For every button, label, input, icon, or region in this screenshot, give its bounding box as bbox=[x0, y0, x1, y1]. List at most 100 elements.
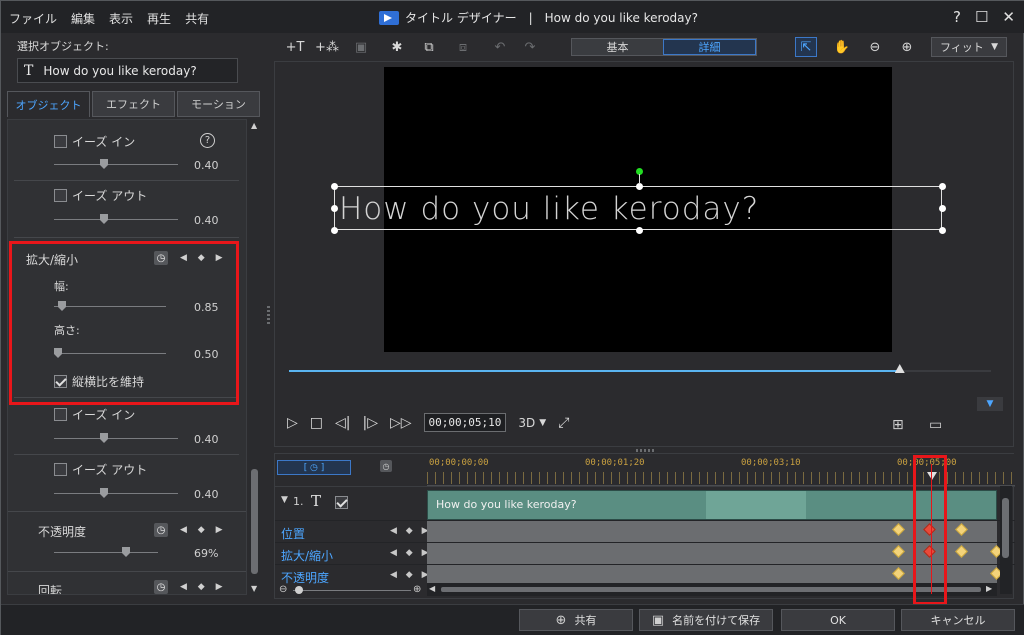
zoom-in-icon[interactable]: ⊕ bbox=[896, 37, 918, 57]
tab-object[interactable]: オブジェクト bbox=[7, 91, 90, 117]
stopwatch-icon[interactable]: ◷ bbox=[380, 460, 392, 472]
menu-play[interactable]: 再生 bbox=[147, 10, 171, 27]
basic-mode-button[interactable]: 基本 bbox=[572, 39, 663, 55]
fullscreen-icon[interactable]: ⤢ bbox=[558, 415, 569, 431]
stop-icon[interactable]: □ bbox=[310, 415, 323, 431]
panel-splitter[interactable] bbox=[267, 306, 270, 326]
ease-in-slider-1[interactable] bbox=[54, 159, 178, 169]
expand-panel-button[interactable]: ▼ bbox=[977, 397, 1003, 411]
zoom-thumb[interactable] bbox=[295, 586, 303, 594]
effect-icon[interactable]: ✱ bbox=[386, 37, 408, 57]
ease-out-checkbox-1[interactable]: イーズ アウト bbox=[54, 187, 147, 204]
prev-frame-icon[interactable]: ◁| bbox=[335, 415, 350, 431]
menu-view[interactable]: 表示 bbox=[109, 10, 133, 27]
fast-forward-icon[interactable]: ▷▷ bbox=[390, 415, 412, 431]
tab-motion[interactable]: モーション bbox=[177, 91, 260, 117]
next-frame-icon[interactable]: |▷ bbox=[363, 415, 378, 431]
ease-out-slider-2[interactable] bbox=[54, 488, 178, 498]
add-text-icon[interactable]: +T bbox=[284, 37, 306, 57]
menu-share[interactable]: 共有 bbox=[185, 10, 209, 27]
maximize-button[interactable]: ☐ bbox=[975, 8, 988, 26]
zoom-out-icon[interactable]: ⊖ bbox=[864, 37, 886, 57]
grid-icon[interactable]: ⊞ bbox=[892, 417, 904, 433]
resize-handle[interactable] bbox=[331, 205, 338, 212]
scroll-up-icon[interactable]: ▲ bbox=[251, 121, 257, 130]
ease-in-checkbox-1[interactable]: イーズ イン bbox=[54, 133, 135, 150]
keyframe-track[interactable] bbox=[427, 543, 1003, 564]
keyframe-nav[interactable]: ◀ ◆ ▶ bbox=[180, 582, 227, 592]
tab-effect[interactable]: エフェクト bbox=[92, 91, 175, 117]
keyframe-marker[interactable] bbox=[955, 545, 968, 558]
help-icon[interactable]: ? bbox=[200, 133, 215, 148]
share-button[interactable]: ⊕ 共有 bbox=[519, 609, 633, 631]
ease-out-slider-1[interactable] bbox=[54, 214, 178, 224]
zoom-in-icon[interactable]: ⊕ bbox=[413, 584, 421, 595]
timecode-display[interactable]: 00;00;05;10 bbox=[423, 413, 507, 432]
scrollbar-thumb[interactable] bbox=[251, 469, 258, 574]
scroll-left-icon[interactable]: ◀ bbox=[429, 584, 435, 593]
menu-edit[interactable]: 編集 bbox=[71, 10, 95, 27]
resize-handle[interactable] bbox=[331, 227, 338, 234]
keyframe-track[interactable] bbox=[427, 565, 1003, 584]
help-button[interactable]: ? bbox=[953, 8, 961, 26]
scrollbar-thumb[interactable] bbox=[1002, 498, 1009, 558]
slider-thumb[interactable] bbox=[100, 159, 108, 169]
panel-scrollbar[interactable]: ▲ ▼ bbox=[249, 119, 260, 595]
cancel-button[interactable]: キャンセル bbox=[901, 609, 1015, 631]
timeline-zoom-slider[interactable]: ⊖ ⊕ bbox=[279, 584, 425, 596]
close-button[interactable]: ✕ bbox=[1002, 8, 1015, 26]
ok-button[interactable]: OK bbox=[781, 609, 895, 631]
resize-handle[interactable] bbox=[939, 227, 946, 234]
resize-handle[interactable] bbox=[331, 183, 338, 190]
keyframe-nav[interactable]: ◀ ◆ ▶ bbox=[390, 526, 432, 536]
scroll-down-icon[interactable]: ▼ bbox=[251, 584, 257, 593]
select-tool-icon[interactable]: ⇱ bbox=[795, 37, 817, 57]
timeline-splitter[interactable] bbox=[636, 449, 656, 452]
collapse-icon[interactable]: ▼ bbox=[281, 495, 288, 505]
stopwatch-icon[interactable]: ◷ bbox=[154, 523, 168, 537]
zoom-out-icon[interactable]: ⊖ bbox=[279, 584, 287, 595]
chevron-down-icon[interactable]: ▼ bbox=[539, 418, 546, 428]
keyframe-nav[interactable]: ◀ ◆ ▶ bbox=[390, 570, 432, 580]
menu-file[interactable]: ファイル bbox=[9, 10, 57, 27]
checkbox-box[interactable] bbox=[54, 463, 67, 476]
keyframe-nav[interactable]: ◀ ◆ ▶ bbox=[390, 548, 432, 558]
checkbox-box[interactable] bbox=[54, 408, 67, 421]
title-clip[interactable]: How do you like keroday? bbox=[427, 490, 997, 520]
timeline-keyframe-toggle[interactable]: [ ◷ ] bbox=[277, 460, 351, 475]
keyframe-track[interactable] bbox=[427, 521, 997, 542]
selected-object-field[interactable]: T How do you like keroday? bbox=[17, 58, 238, 83]
keyframe-marker[interactable] bbox=[892, 567, 905, 580]
checkbox-box[interactable] bbox=[54, 189, 67, 202]
slider-thumb[interactable] bbox=[100, 214, 108, 224]
scroll-right-icon[interactable]: ▶ bbox=[986, 584, 992, 593]
track-visible-checkbox[interactable] bbox=[335, 496, 348, 509]
keyframe-marker[interactable] bbox=[892, 545, 905, 558]
timeline-scrollbar[interactable]: ◀ ▶ bbox=[427, 583, 997, 596]
detail-mode-button[interactable]: 詳細 bbox=[663, 39, 756, 55]
opacity-slider[interactable] bbox=[54, 547, 158, 557]
timeline-vscrollbar[interactable] bbox=[1000, 486, 1012, 594]
play-icon[interactable]: ▷ bbox=[287, 415, 298, 431]
resize-handle[interactable] bbox=[636, 227, 643, 234]
slider-thumb[interactable] bbox=[100, 433, 108, 443]
scrollbar-thumb[interactable] bbox=[441, 587, 981, 592]
ease-in-checkbox-2[interactable]: イーズ イン bbox=[54, 406, 135, 423]
3d-mode-label[interactable]: 3D bbox=[518, 416, 535, 430]
zoom-fit-dropdown[interactable]: フィット ▼ bbox=[931, 37, 1007, 57]
checkbox-box[interactable] bbox=[54, 135, 67, 148]
ease-in-slider-2[interactable] bbox=[54, 433, 178, 443]
ease-out-checkbox-2[interactable]: イーズ アウト bbox=[54, 461, 147, 478]
resize-handle[interactable] bbox=[636, 183, 643, 190]
stopwatch-icon[interactable]: ◷ bbox=[154, 580, 168, 594]
hand-tool-icon[interactable]: ✋ bbox=[831, 37, 853, 57]
keyframe-nav[interactable]: ◀ ◆ ▶ bbox=[180, 525, 227, 535]
add-particle-icon[interactable]: +⁂ bbox=[315, 37, 339, 57]
slider-thumb[interactable] bbox=[122, 547, 130, 557]
resize-handle[interactable] bbox=[939, 183, 946, 190]
slider-thumb[interactable] bbox=[100, 488, 108, 498]
keyframe-marker[interactable] bbox=[892, 523, 905, 536]
resize-handle[interactable] bbox=[939, 205, 946, 212]
background-icon[interactable]: ⧉ bbox=[418, 37, 440, 57]
save-as-button[interactable]: ▣ 名前を付けて保存 bbox=[639, 609, 773, 631]
